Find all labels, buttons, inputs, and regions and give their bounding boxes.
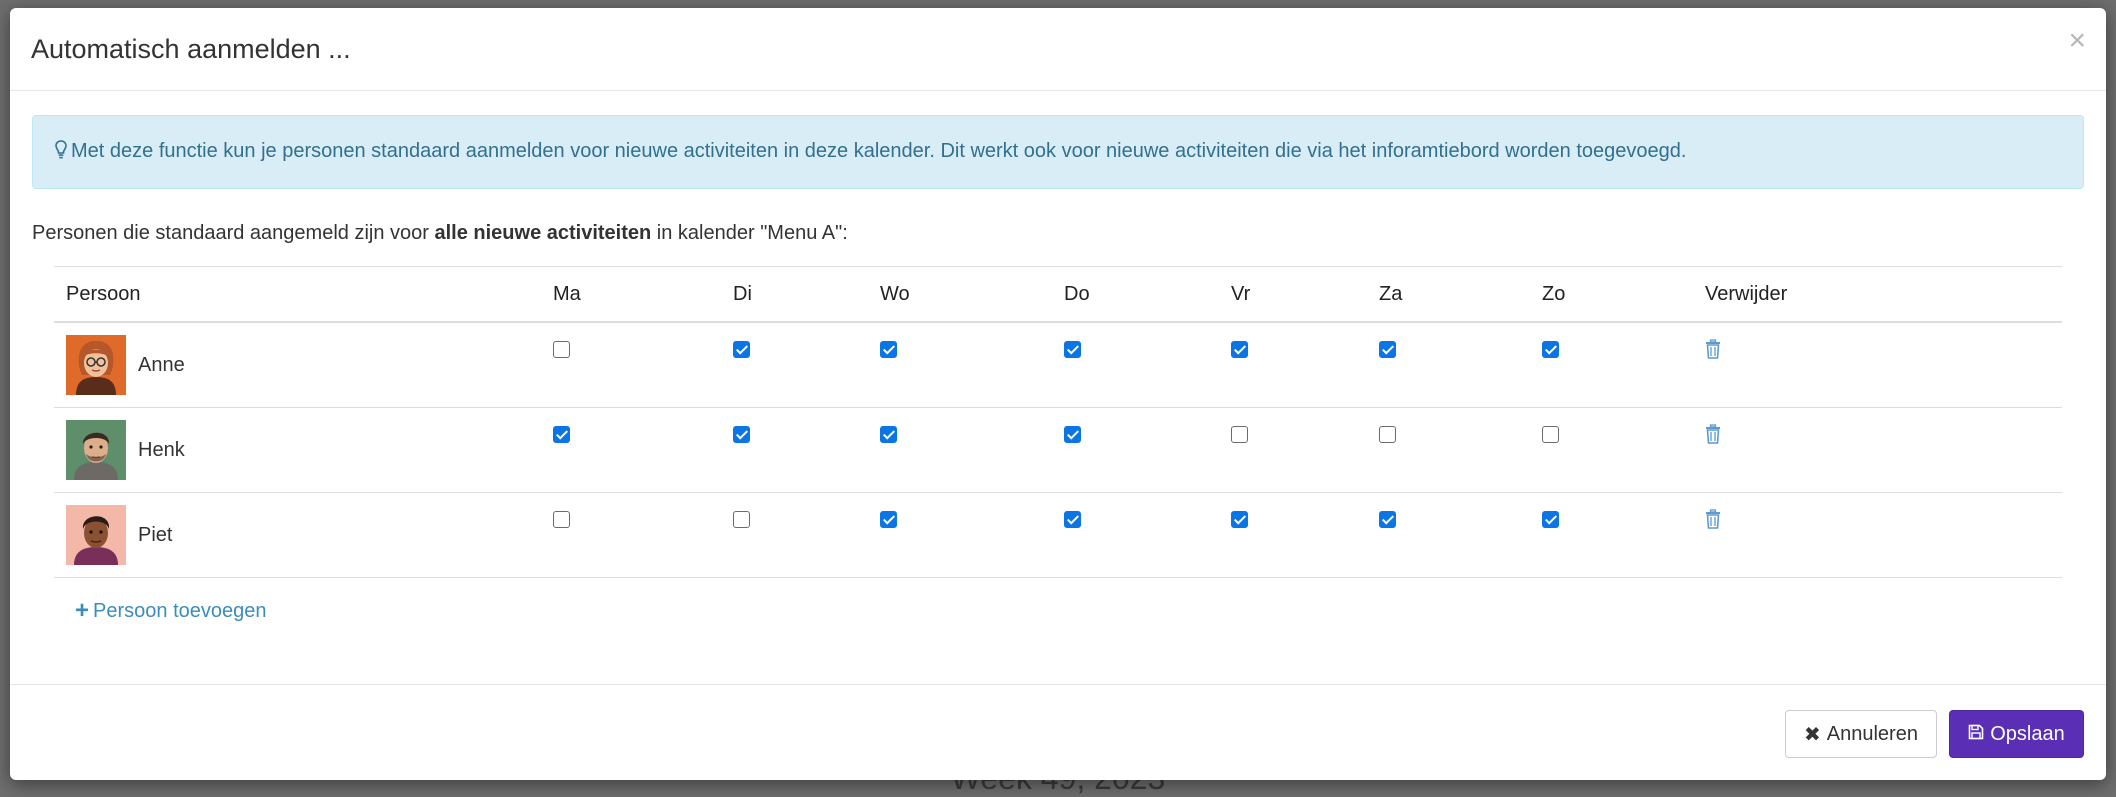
checkbox-vr[interactable]: [1231, 426, 1248, 443]
col-header-person: Persoon: [54, 266, 541, 323]
checkbox-zo[interactable]: [1542, 426, 1559, 443]
checkbox-wo[interactable]: [880, 426, 897, 443]
checkbox-do[interactable]: [1064, 341, 1081, 358]
save-button[interactable]: Opslaan: [1949, 710, 2084, 758]
person-name: Anne: [138, 353, 185, 376]
table-row: Henk: [54, 407, 2062, 493]
checkbox-zo[interactable]: [1542, 511, 1559, 528]
intro-bold: alle nieuwe activiteiten: [434, 222, 652, 244]
intro-suffix: in kalender "Menu A":: [651, 222, 848, 244]
checkbox-di[interactable]: [733, 426, 750, 443]
intro-text: Personen die standaard aangemeld zijn vo…: [32, 222, 848, 245]
table-row: Piet: [54, 492, 2062, 578]
avatar: [66, 335, 126, 395]
checkbox-zo[interactable]: [1542, 341, 1559, 358]
close-icon[interactable]: ×: [2068, 26, 2086, 56]
checkbox-do[interactable]: [1064, 426, 1081, 443]
avatar: [66, 420, 126, 480]
col-header-za: Za: [1367, 266, 1530, 323]
checkbox-do[interactable]: [1064, 511, 1081, 528]
person-name: Henk: [138, 438, 185, 461]
lightbulb-icon: [55, 140, 67, 166]
modal-footer: ✖ Annuleren Opslaan: [10, 684, 2106, 780]
info-alert: Met deze functie kun je personen standaa…: [32, 115, 2084, 189]
add-person-label: Persoon toevoegen: [93, 599, 267, 622]
plus-icon: +: [75, 597, 90, 624]
col-header-delete: Verwijder: [1693, 266, 2062, 323]
checkbox-vr[interactable]: [1231, 511, 1248, 528]
person-cell: Anne: [66, 323, 541, 407]
checkbox-za[interactable]: [1379, 341, 1396, 358]
modal-title: Automatisch aanmelden ...: [31, 34, 351, 64]
intro-prefix: Personen die standaard aangemeld zijn vo…: [32, 222, 435, 244]
checkbox-ma[interactable]: [553, 341, 570, 358]
checkbox-vr[interactable]: [1231, 341, 1248, 358]
col-header-vr: Vr: [1219, 266, 1367, 323]
person-cell: Piet: [66, 493, 541, 577]
alert-text: Met deze functie kun je personen standaa…: [71, 140, 1687, 162]
modal-header: Automatisch aanmelden ... ×: [10, 8, 2106, 91]
col-header-di: Di: [721, 266, 868, 323]
checkbox-di[interactable]: [733, 511, 750, 528]
checkbox-wo[interactable]: [880, 511, 897, 528]
person-days-table: Persoon Ma Di Wo Do Vr Za Zo Verwijder A…: [54, 266, 2062, 578]
checkbox-wo[interactable]: [880, 341, 897, 358]
checkbox-di[interactable]: [733, 341, 750, 358]
auto-register-modal: Automatisch aanmelden ... × Met deze fun…: [10, 8, 2106, 780]
checkbox-ma[interactable]: [553, 426, 570, 443]
col-header-wo: Wo: [868, 266, 1052, 323]
col-header-zo: Zo: [1530, 266, 1693, 323]
cancel-label: Annuleren: [1826, 722, 1918, 745]
person-name: Piet: [138, 523, 173, 546]
checkbox-za[interactable]: [1379, 426, 1396, 443]
checkbox-za[interactable]: [1379, 511, 1396, 528]
col-header-ma: Ma: [541, 266, 721, 323]
checkbox-ma[interactable]: [553, 511, 570, 528]
table-row: Anne: [54, 322, 2062, 408]
person-cell: Henk: [66, 408, 541, 492]
trash-icon[interactable]: [1705, 424, 1721, 444]
trash-icon[interactable]: [1705, 509, 1721, 529]
cancel-button[interactable]: ✖ Annuleren: [1785, 710, 1937, 758]
avatar: [66, 505, 126, 565]
times-icon: ✖: [1804, 723, 1821, 746]
col-header-do: Do: [1052, 266, 1219, 323]
save-label: Opslaan: [1990, 722, 2065, 745]
add-person-link[interactable]: + Persoon toevoegen: [75, 599, 266, 623]
table-header-row: Persoon Ma Di Wo Do Vr Za Zo Verwijder: [54, 266, 2062, 323]
floppy-disk-icon: [1968, 723, 1984, 746]
trash-icon[interactable]: [1705, 339, 1721, 359]
